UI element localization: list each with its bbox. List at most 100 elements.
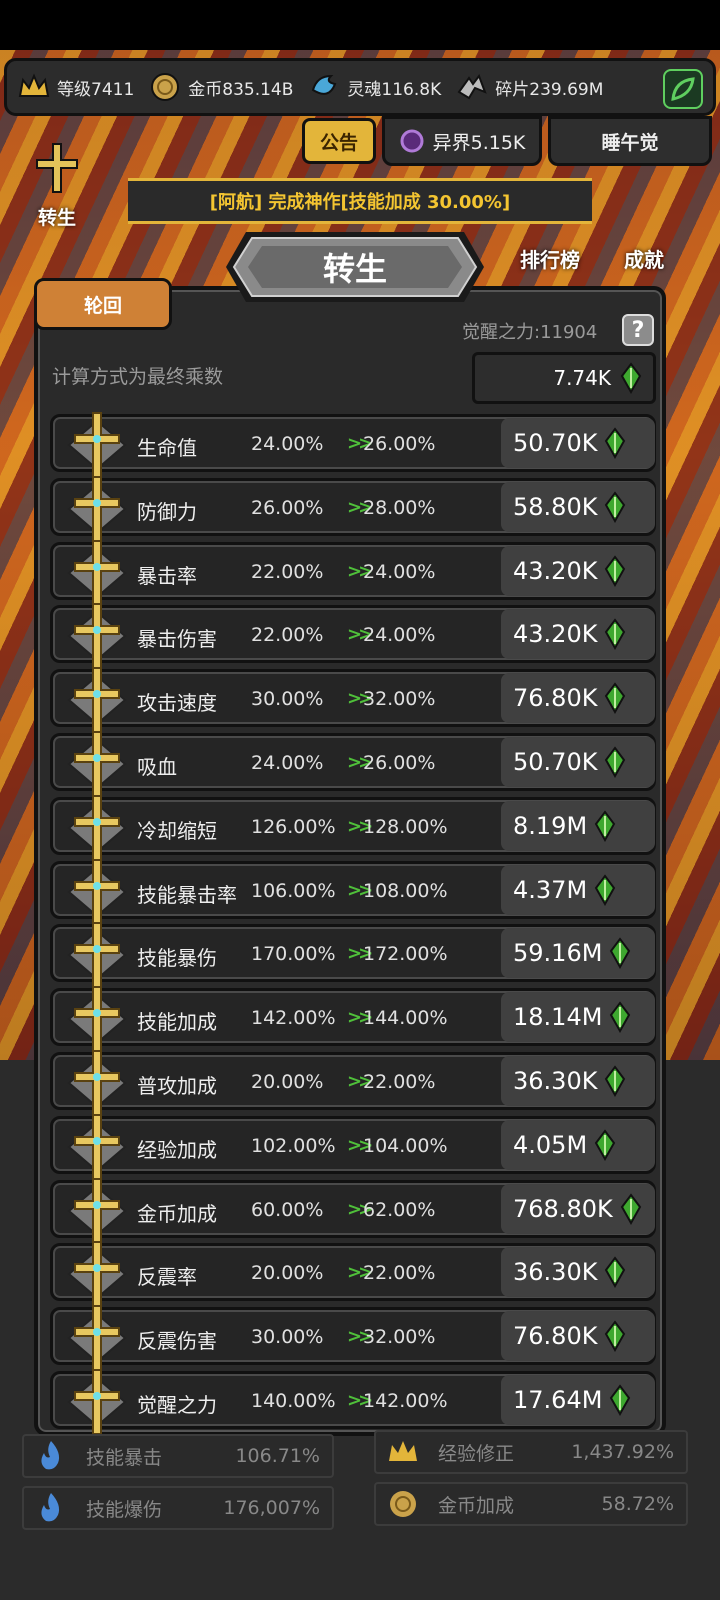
upgrade-cost-button[interactable]: 17.64M: [501, 1375, 655, 1425]
current-value: 20.00%: [251, 1262, 324, 1285]
upgrade-cost-button[interactable]: 50.70K: [501, 418, 655, 468]
side-rebirth-label: 转生: [37, 207, 76, 229]
cost-value: 43.20K: [513, 620, 598, 649]
current-value: 142.00%: [251, 1007, 336, 1030]
upgrade-cost-button[interactable]: 76.80K: [501, 673, 655, 724]
cost-value: 58.80K: [513, 492, 598, 521]
cost-value: 17.64M: [513, 1386, 603, 1414]
holy-cross-icon: [67, 794, 127, 861]
achievement-button[interactable]: 成就: [624, 244, 664, 273]
cost-value: 4.05M: [513, 1130, 588, 1159]
resource-bar: 等级7411 金币835.14B 灵魂116.8K 碎片239.69M: [4, 58, 716, 116]
otherworld-button[interactable]: 异界5.15K: [382, 116, 542, 166]
upgrade-cost-button[interactable]: 58.80K: [501, 481, 655, 532]
calculation-note: 计算方式为最终乘数: [52, 366, 224, 388]
side-rebirth-button[interactable]: 转生: [22, 140, 92, 230]
upgrade-row: 攻击速度 30.00% >> 32.00% 76.80K: [50, 667, 656, 734]
stat-label: 技能爆伤: [86, 1498, 163, 1521]
current-value: 60.00%: [251, 1198, 324, 1221]
green-gem-icon: [620, 1192, 641, 1225]
next-value: 172.00%: [363, 943, 448, 966]
holy-cross-icon: [67, 475, 127, 542]
current-value: 102.00%: [251, 1134, 336, 1157]
blue-flame-icon: [41, 1441, 60, 1470]
leaf-menu-button[interactable]: [663, 69, 703, 109]
holy-cross-icon: [67, 858, 127, 925]
next-value: 142.00%: [363, 1390, 448, 1412]
stat-name: 金币加成: [137, 1201, 217, 1226]
stat-name: 普攻加成: [137, 1074, 217, 1098]
upgrade-cost-button[interactable]: 50.70K: [501, 737, 655, 787]
cost-value: 768.80K: [513, 1194, 613, 1223]
upgrade-cost-button[interactable]: 4.05M: [501, 1119, 655, 1170]
upgrade-row: 反震伤害 30.00% >> 32.00% 76.80K: [50, 1305, 656, 1372]
crown-icon: [389, 1441, 417, 1461]
holy-cross-icon: [67, 412, 127, 478]
holy-cross-icon: [67, 731, 127, 797]
next-value: 128.00%: [363, 815, 448, 838]
help-button[interactable]: ?: [622, 314, 654, 346]
cost-value: 50.70K: [513, 429, 598, 457]
current-value: 22.00%: [251, 560, 324, 583]
green-gem-icon: [605, 1320, 626, 1353]
next-value: 108.00%: [363, 879, 448, 902]
announcement-banner: [阿航] 完成神作[技能加成 30.00%]: [128, 178, 592, 224]
upgrade-row: 暴击率 22.00% >> 24.00% 43.20K: [50, 539, 656, 606]
stat-name: 暴击率: [137, 563, 197, 588]
upgrade-cost-button[interactable]: 4.37M: [501, 864, 655, 915]
upgrade-row: 技能暴伤 170.00% >> 172.00% 59.16M: [50, 922, 656, 989]
stat-name: 攻击速度: [137, 691, 217, 716]
stat-name: 生命值: [137, 436, 197, 460]
cost-value: 36.30K: [513, 1258, 598, 1287]
tab-reincarnation[interactable]: 轮回: [34, 278, 172, 330]
next-value: 32.00%: [363, 1326, 436, 1349]
current-value: 30.00%: [251, 1326, 324, 1349]
stat-name: 吸血: [137, 755, 177, 779]
upgrade-cost-button[interactable]: 36.30K: [501, 1056, 655, 1106]
stat-name: 防御力: [137, 499, 197, 524]
upgrade-row: 觉醒之力 140.00% >> 142.00% 17.64M: [50, 1369, 656, 1435]
fragment-icon: [457, 73, 487, 100]
upgrade-cost-button[interactable]: 43.20K: [501, 609, 655, 660]
ranking-button[interactable]: 排行榜: [520, 244, 580, 273]
current-value: 30.00%: [251, 688, 324, 711]
level-text: 等级7411: [57, 79, 135, 100]
cost-value: 76.80K: [513, 1322, 598, 1351]
upgrade-cost-button[interactable]: 43.20K: [501, 545, 655, 596]
next-value: 32.00%: [363, 688, 436, 711]
holy-cross-icon: [67, 603, 127, 670]
upgrade-cost-button[interactable]: 59.16M: [501, 928, 655, 979]
holy-cross-icon: [67, 922, 127, 989]
green-gem-icon: [605, 682, 626, 715]
stat-value: 58.72%: [601, 1493, 674, 1515]
upgrade-cost-button[interactable]: 8.19M: [501, 800, 655, 851]
cost-value: 4.37M: [513, 875, 588, 904]
upgrade-cost-button[interactable]: 76.80K: [501, 1311, 655, 1362]
gold-coin-icon: [151, 73, 180, 101]
stat-label: 金币加成: [438, 1494, 515, 1517]
next-value: 28.00%: [363, 496, 436, 519]
upgrade-row: 技能加成 142.00% >> 144.00% 18.14M: [50, 986, 656, 1053]
next-value: 24.00%: [363, 624, 436, 647]
upgrade-cost-button[interactable]: 18.14M: [501, 992, 655, 1043]
upgrade-row: 防御力 26.00% >> 28.00% 58.80K: [50, 475, 656, 542]
notice-button[interactable]: 公告: [302, 118, 376, 164]
holy-cross-icon: [67, 1241, 127, 1308]
next-value: 26.00%: [363, 752, 436, 774]
stat-label: 经验修正: [438, 1442, 515, 1465]
stat-name: 反震率: [137, 1265, 197, 1290]
nap-button[interactable]: 睡午觉: [548, 116, 712, 166]
upgrade-cost-button[interactable]: 36.30K: [501, 1247, 655, 1298]
cost-value: 43.20K: [513, 556, 598, 585]
fragment-resource: 碎片239.69M: [455, 70, 603, 104]
green-gem-icon: [594, 1129, 616, 1161]
gold-coin-icon: [390, 1491, 416, 1517]
holy-cross-icon: [67, 539, 127, 606]
dialog-title: 转生: [322, 250, 387, 288]
holy-cross-icon: [67, 1369, 127, 1435]
upgrade-cost-button[interactable]: 768.80K: [501, 1183, 655, 1234]
stat-name: 技能加成: [137, 1010, 217, 1035]
next-value: 144.00%: [363, 1007, 448, 1030]
upgrade-row: 普攻加成 20.00% >> 22.00% 36.30K: [50, 1050, 656, 1116]
green-gem-icon: [610, 1001, 631, 1034]
